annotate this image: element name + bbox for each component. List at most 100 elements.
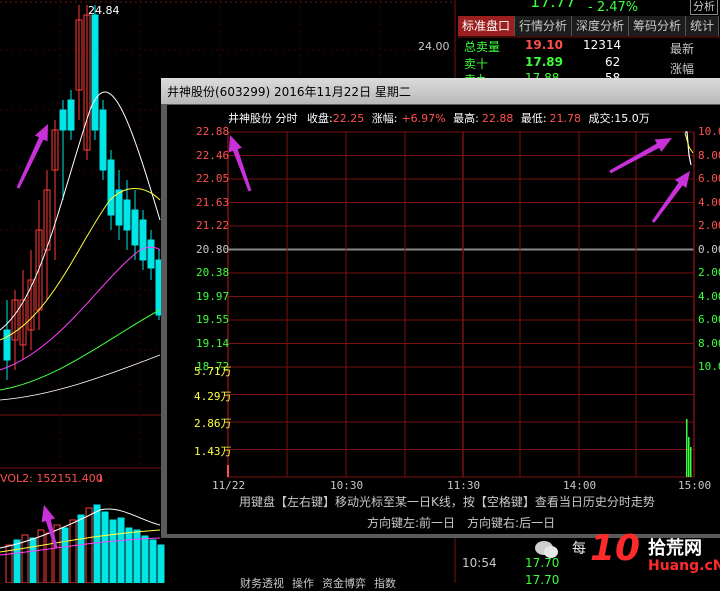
- volume-bar: [61, 527, 69, 583]
- top-price: 17.77: [530, 0, 576, 11]
- volume-bar: [45, 532, 53, 583]
- volume-bar: [117, 517, 125, 583]
- volume-bar: [133, 529, 141, 583]
- ma-line-magenta: [0, 246, 161, 371]
- price-axis-label: 20.38: [196, 266, 230, 279]
- row-volume: 62: [605, 55, 621, 69]
- percent-axis-label: 4.00: [698, 195, 720, 209]
- bottom-tab[interactable]: 资金博弈: [322, 575, 366, 591]
- price-axis-label: 21.63: [196, 195, 230, 209]
- stock-name-label: 井神股份 分时: [228, 112, 298, 125]
- volume-bar: [690, 447, 692, 477]
- bottom-tab-bar: 财务透视 操作 资金博弈 指数: [240, 575, 396, 591]
- time-axis-label: 14:00: [563, 479, 597, 492]
- price-axis-label: 19.14: [196, 336, 230, 350]
- percent-axis-label: 8.00: [698, 148, 720, 162]
- row-value: 17.89: [525, 55, 563, 69]
- volume-bar: [141, 535, 149, 583]
- candle-body: [67, 99, 75, 131]
- watermark-number: 10: [590, 528, 641, 569]
- time-axis-label: 15:00: [678, 479, 712, 492]
- tab-standard-quote[interactable]: 标准盘口: [458, 16, 516, 36]
- intraday-popup-window: 井神股份(603299) 2016年11月22日 星期二 井神股份 分时 收盘:…: [161, 78, 720, 538]
- percent-axis-label: 4.00: [698, 289, 720, 303]
- volume-axis-label: 2.86万: [194, 417, 232, 430]
- intraday-chart: [227, 131, 695, 478]
- candle-body: [147, 239, 155, 269]
- price-axis-label: 22.46: [196, 148, 230, 162]
- volume-bar: [686, 419, 688, 477]
- bottom-tab[interactable]: 指数: [374, 575, 396, 591]
- percent-axis-label: 6.00: [698, 172, 720, 185]
- volume-bar: [688, 437, 690, 477]
- row-extra: 最新: [670, 42, 695, 56]
- bottom-tab[interactable]: 操作: [292, 575, 314, 591]
- watermark-url: Huang.cN: [648, 558, 720, 574]
- high-label: 最高:: [453, 112, 479, 125]
- volume-bar: [69, 519, 77, 583]
- tab-chip-analysis[interactable]: 筹码分析: [629, 16, 687, 36]
- candle-body: [139, 219, 147, 261]
- volume-bar: [101, 511, 109, 583]
- time-axis-label: 11:30: [447, 479, 481, 492]
- percent-axis-label: 10.0: [698, 125, 720, 138]
- volume-bar: [53, 524, 61, 583]
- tab-depth-analysis[interactable]: 深度分析: [572, 16, 630, 36]
- wechat-icon: [535, 541, 558, 558]
- percent-axis-label: 0.00: [698, 242, 720, 256]
- high-price-marker: 24.84: [88, 4, 120, 17]
- popup-titlebar[interactable]: 井神股份(603299) 2016年11月22日 星期二: [161, 78, 720, 104]
- volume-bar: [149, 539, 157, 583]
- row-label: 总卖量: [464, 40, 501, 54]
- row-volume: 12314: [583, 38, 622, 52]
- volume-bar: [109, 519, 117, 583]
- volume-axis-label: 4.29万: [194, 389, 232, 403]
- volume-bar: [125, 527, 133, 583]
- candle-body: [107, 159, 115, 216]
- percent-axis-label: 2.00: [698, 219, 720, 232]
- volume-bar: [157, 544, 165, 583]
- close-value: 22.25: [332, 112, 365, 125]
- analysis-button[interactable]: 分析: [690, 0, 718, 15]
- top-change: - 2.47%: [588, 0, 639, 15]
- chart-info-bar: 井神股份 分时 收盘:22.25 涨幅: +6.97% 最高: 22.88 最低: 2…: [228, 110, 650, 126]
- volume-bar: [227, 465, 229, 477]
- percent-axis-label: 6.00: [698, 313, 720, 326]
- candle-body: [91, 14, 99, 131]
- low-value: 21.78: [549, 112, 582, 125]
- change-label: 涨幅:: [371, 112, 398, 125]
- right-panel-tabs: 标准盘口 行情分析 深度分析 筹码分析 统计: [458, 16, 720, 36]
- candle-body: [99, 109, 107, 171]
- watermark-name: 拾荒网: [648, 538, 702, 559]
- percent-axis-label: 10.0: [698, 360, 720, 373]
- price-axis-label: 22.05: [196, 172, 230, 185]
- navigation-hint: 方向键左:前一日 方向键右:后一日: [367, 516, 556, 530]
- price-axis-label: 22.88: [196, 125, 230, 138]
- volume-value: 15.0万: [614, 112, 650, 125]
- price-axis-label: 20.80: [196, 242, 230, 256]
- popup-title: 井神股份(603299) 2016年11月22日 星期二: [167, 85, 411, 99]
- arrow-icon: [16, 124, 48, 189]
- row-label: 卖十: [464, 57, 489, 71]
- volume-label: 成交:: [588, 112, 615, 125]
- volume-bar: [37, 529, 45, 583]
- price-axis-label: 19.97: [196, 289, 230, 303]
- volume-axis-label: 5.71万: [194, 365, 232, 378]
- close-label: 收盘:: [307, 112, 333, 125]
- row-extra: 涨幅: [670, 62, 695, 76]
- keyboard-hint: 用键盘【左右键】移动光标至某一日K线，按【空格键】查看当日历史分时走势: [239, 495, 655, 509]
- candle-body: [3, 329, 11, 361]
- ma-line-grey: [0, 354, 161, 401]
- candle-body: [131, 209, 139, 246]
- volume-bar: [93, 504, 101, 583]
- price-axis-label: 24.00: [418, 40, 450, 53]
- tab-statistics[interactable]: 统计: [686, 16, 720, 36]
- candle-body: [123, 199, 131, 231]
- watermark-logo: 每 10 拾荒网 Huang.cN: [530, 528, 720, 583]
- high-value: 22.88: [481, 112, 514, 125]
- percent-axis-label: 8.00: [698, 336, 720, 350]
- row-value: 19.10: [525, 38, 563, 52]
- tab-quote-analysis[interactable]: 行情分析: [515, 16, 573, 36]
- volume-indicator-label: VOL2: 152151.400: [0, 472, 103, 485]
- bottom-tab[interactable]: 财务透视: [240, 575, 284, 591]
